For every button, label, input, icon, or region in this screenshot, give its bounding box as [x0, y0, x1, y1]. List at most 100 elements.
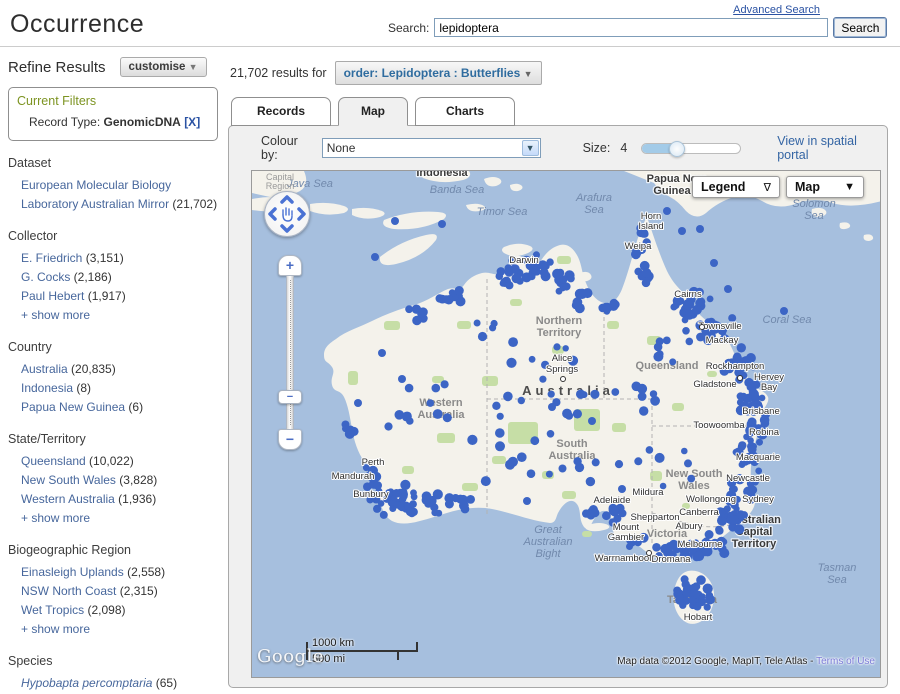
occurrence-point — [552, 269, 562, 279]
map-canvas[interactable]: Java SeaBanda SeaArafuraSeaTimor SeaSolo… — [251, 170, 881, 678]
occurrence-point — [529, 265, 537, 273]
facet-item: E. Friedrich (3,151) — [8, 249, 226, 268]
occurrence-point — [404, 412, 412, 420]
facet-list: DatasetEuropean Molecular Biology Labora… — [8, 156, 226, 694]
tab-map[interactable]: Map — [338, 97, 408, 126]
facet-link[interactable]: NSW North Coast — [21, 584, 116, 598]
city-marker — [647, 551, 652, 556]
facet-link[interactable]: Einasleigh Uplands — [21, 565, 124, 579]
map-label-city: Albury — [676, 521, 703, 532]
occurrence-point — [737, 399, 744, 406]
facet-count: (1,936) — [115, 492, 156, 506]
occurrence-point — [655, 453, 665, 463]
tab-records[interactable]: Records — [231, 97, 331, 126]
legend-button[interactable]: Legend∇ — [692, 176, 780, 198]
map-label-city: Sydney — [742, 494, 774, 505]
google-logo: Google — [257, 646, 324, 667]
facet-link[interactable]: Wet Tropics — [21, 603, 84, 617]
occurrence-point — [455, 286, 464, 295]
size-slider[interactable] — [641, 143, 741, 154]
occurrence-point — [562, 409, 572, 419]
facet-link[interactable]: Western Australia — [21, 492, 115, 506]
tab-charts[interactable]: Charts — [415, 97, 515, 126]
show-more-link[interactable]: + show more — [8, 306, 226, 325]
facet-link[interactable]: E. Friedrich — [21, 251, 82, 265]
occurrence-point — [449, 289, 456, 296]
occurrence-point — [563, 345, 569, 351]
customise-button[interactable]: customise ▼ — [120, 57, 207, 77]
occurrence-point — [663, 337, 671, 345]
map-label-region: Wales — [678, 480, 709, 492]
occurrence-point — [517, 452, 527, 462]
occurrence-point — [559, 465, 567, 473]
results-count-text: 21,702 results for — [230, 66, 327, 80]
map-label-dark: Indonesia — [416, 171, 468, 179]
facet-link[interactable]: New South Wales — [21, 473, 116, 487]
facet-link[interactable]: Paul Hebert — [21, 289, 84, 303]
occurrence-point — [391, 217, 399, 225]
facet-link[interactable]: Papua New Guinea — [21, 400, 125, 414]
facet-link[interactable]: Queensland — [21, 454, 86, 468]
occurrence-point — [530, 436, 539, 445]
zoom-in-button[interactable]: + — [278, 255, 302, 276]
map-label-sea: Banda Sea — [430, 184, 484, 196]
facet-section-biogeographic-region: Biogeographic RegionEinasleigh Uplands (… — [8, 543, 226, 639]
occurrence-point — [740, 393, 747, 400]
show-more-link[interactable]: + show more — [8, 620, 226, 639]
map-label-region: Western — [419, 397, 462, 409]
occurrence-point — [500, 280, 507, 287]
facet-item: Wet Tropics (2,098) — [8, 601, 226, 620]
current-filters-title: Current Filters — [17, 94, 209, 108]
facet-link[interactable]: European Molecular Biology Laboratory Au… — [21, 178, 171, 211]
occurrence-point — [548, 403, 556, 411]
facet-item: Hypobapta percomptaria (65) — [8, 674, 226, 693]
occurrence-point — [724, 285, 732, 293]
occurrence-point — [371, 253, 379, 261]
facet-item: New South Wales (3,828) — [8, 471, 226, 490]
zoom-track[interactable]: − — [286, 276, 294, 429]
occurrence-point — [749, 418, 756, 425]
facet-link[interactable]: Indonesia — [21, 381, 73, 395]
occurrence-point — [539, 376, 546, 383]
advanced-search-link[interactable]: Advanced Search — [733, 4, 820, 16]
occurrence-point — [442, 295, 450, 303]
map-pan-control[interactable] — [264, 191, 310, 237]
occurrence-point — [611, 300, 620, 309]
search-button[interactable]: Search — [833, 17, 887, 38]
occurrence-point — [474, 320, 481, 327]
occurrence-point — [392, 489, 401, 498]
city-marker — [738, 376, 743, 381]
facet-link[interactable]: Australia — [21, 362, 68, 376]
occurrence-point — [654, 343, 663, 352]
show-more-link[interactable]: + show more — [8, 509, 226, 528]
occurrence-point — [503, 392, 513, 402]
occurrence-point — [729, 515, 739, 525]
pan-down-icon — [282, 226, 292, 231]
occurrence-point — [497, 413, 504, 420]
occurrence-point — [583, 288, 593, 298]
occurrence-point — [380, 511, 388, 519]
facet-heading: Collector — [8, 229, 226, 243]
query-filter-button[interactable]: order: Lepidoptera : Butterflies ▼ — [335, 61, 542, 85]
search-input[interactable] — [434, 18, 828, 37]
occurrence-point — [689, 597, 697, 605]
slider-handle[interactable] — [669, 141, 685, 157]
facet-link[interactable]: G. Cocks — [21, 270, 70, 284]
remove-filter-link[interactable]: [X] — [184, 115, 200, 129]
map-label-city: Weipa — [625, 241, 652, 252]
occurrence-point — [694, 551, 704, 561]
colour-by-select[interactable]: None ▼ — [322, 138, 541, 158]
map-label-city: Gladstone — [693, 379, 736, 390]
map-type-button[interactable]: Map▼ — [786, 176, 864, 198]
spatial-portal-link[interactable]: View in spatial portal — [777, 134, 887, 162]
map-label-region: Territory — [537, 327, 582, 339]
occurrence-point — [576, 390, 585, 399]
facet-item: Australia (20,835) — [8, 360, 226, 379]
terms-of-use-link[interactable]: Terms of Use — [816, 656, 875, 667]
occurrence-point — [427, 399, 435, 407]
zoom-slider-handle[interactable]: − — [278, 390, 302, 404]
park-area — [672, 403, 684, 411]
zoom-out-button[interactable]: − — [278, 429, 302, 450]
facet-link[interactable]: Hypobapta percomptaria — [21, 676, 152, 690]
occurrence-point — [495, 441, 505, 451]
